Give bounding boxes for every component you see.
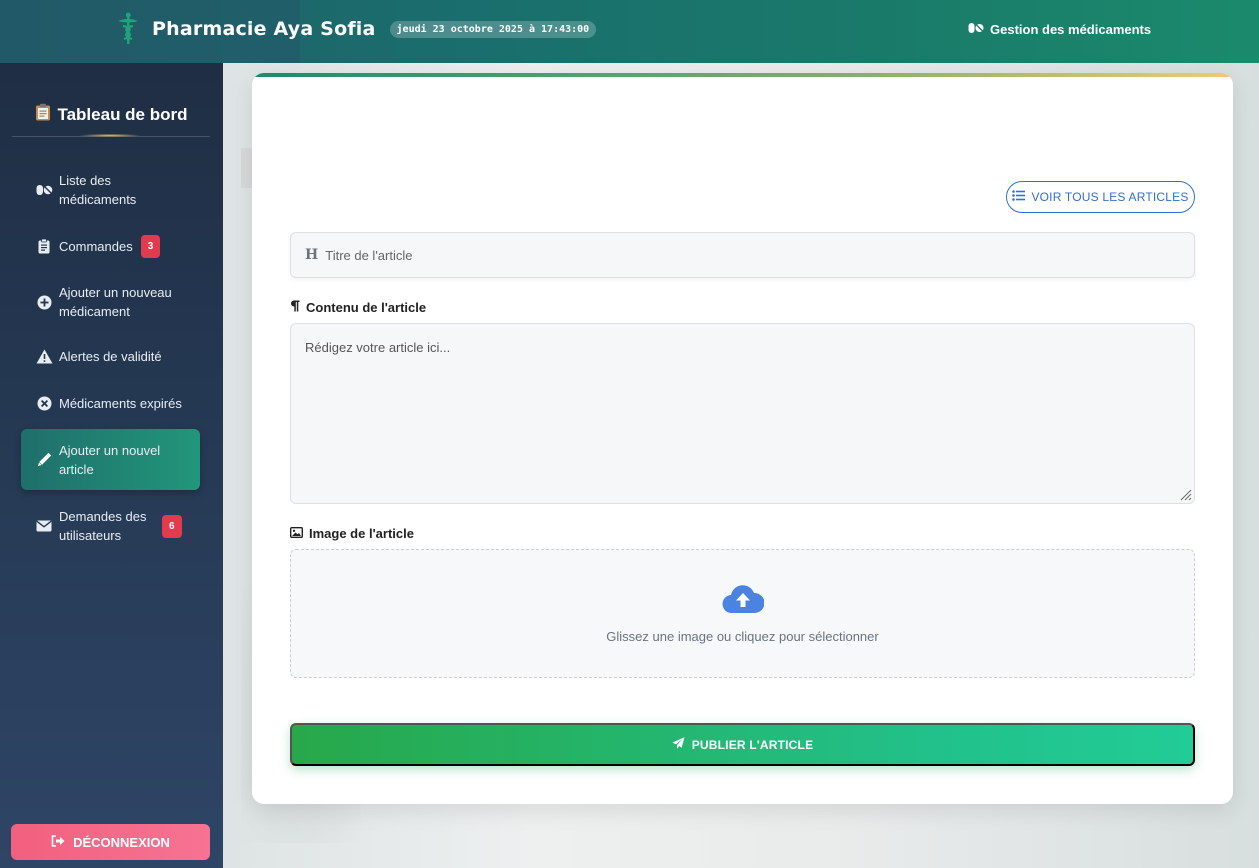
sidebar-item-label: Ajouter un nouvel article — [59, 442, 161, 477]
sidebar-item-user-requests[interactable]: Demandes des utilisateurs 6 — [21, 507, 200, 545]
sidebar-item-expired-medications[interactable]: Médicaments expirés — [21, 394, 200, 413]
brand[interactable]: Pharmacie Aya Sofia jeudi 23 octobre 202… — [114, 12, 597, 46]
pills-icon — [968, 22, 984, 37]
resize-handle[interactable] — [1178, 487, 1192, 501]
sidebar-item-validity-alerts[interactable]: Alertes de validité — [21, 347, 200, 366]
brand-title: Pharmacie Aya Sofia — [152, 18, 376, 40]
image-icon — [289, 526, 304, 541]
sign-out-icon — [51, 834, 65, 850]
cloud-upload-icon — [721, 584, 765, 619]
sidebar-item-label: Alertes de validité — [59, 349, 162, 364]
article-form-card: VOIR TOUS LES ARTICLES H Contenu de l'ar… — [252, 73, 1233, 804]
pills-icon — [35, 184, 53, 196]
pen-icon — [35, 452, 53, 467]
nav-link-medications[interactable]: Gestion des médicaments — [968, 22, 1151, 37]
image-dropzone[interactable]: Glissez une image ou cliquez pour sélect… — [290, 549, 1195, 678]
envelope-icon — [35, 520, 53, 532]
image-label: Image de l'article — [289, 526, 414, 541]
sidebar-item-label: Médicaments expirés — [59, 396, 182, 411]
sidebar-title: Tableau de bord — [0, 103, 223, 126]
sidebar-item-label: Liste des médicaments — [59, 173, 137, 207]
article-title-field[interactable]: H — [290, 232, 1195, 278]
plus-circle-icon — [35, 295, 53, 310]
list-icon — [1012, 190, 1026, 204]
publish-article-button[interactable]: PUBLIER L'ARTICLE — [290, 723, 1195, 766]
content-label: Contenu de l'article — [290, 300, 426, 315]
sidebar: Tableau de bord Liste des médicaments Co… — [0, 63, 223, 868]
orders-count-badge: 3 — [140, 235, 161, 258]
sidebar-item-label: Ajouter un nouveau médicament — [59, 285, 172, 319]
view-all-articles-button[interactable]: VOIR TOUS LES ARTICLES — [1006, 181, 1195, 213]
sidebar-item-label: Demandes des utilisateurs — [59, 509, 147, 543]
sidebar-item-add-medication[interactable]: Ajouter un nouveau médicament — [21, 283, 200, 321]
clipboard-list-icon — [35, 239, 53, 254]
card-accent-line — [252, 73, 1233, 77]
x-circle-icon — [35, 396, 53, 411]
caduceus-icon — [114, 12, 142, 46]
sidebar-item-orders[interactable]: Commandes 3 — [21, 235, 200, 258]
requests-count-badge: 6 — [162, 514, 182, 538]
datetime-badge: jeudi 23 octobre 2025 à 17:43:00 — [389, 20, 597, 38]
nav-link-label: Gestion des médicaments — [990, 22, 1152, 37]
article-content-textarea[interactable] — [290, 323, 1195, 504]
sidebar-item-medications-list[interactable]: Liste des médicaments — [21, 171, 200, 209]
dropzone-text: Glissez une image ou cliquez pour sélect… — [606, 628, 879, 644]
logout-button[interactable]: DÉCONNEXION — [11, 824, 210, 860]
warning-icon — [35, 349, 53, 364]
heading-icon: H — [305, 247, 319, 263]
sidebar-item-add-article[interactable]: Ajouter un nouvel article — [21, 429, 200, 490]
sidebar-item-label: Commandes — [59, 239, 133, 254]
paper-plane-icon — [672, 737, 685, 752]
top-navbar: Pharmacie Aya Sofia jeudi 23 octobre 202… — [0, 0, 1259, 63]
clipboard-icon — [35, 103, 51, 126]
paragraph-icon — [290, 300, 300, 315]
article-title-input[interactable] — [325, 247, 1146, 263]
